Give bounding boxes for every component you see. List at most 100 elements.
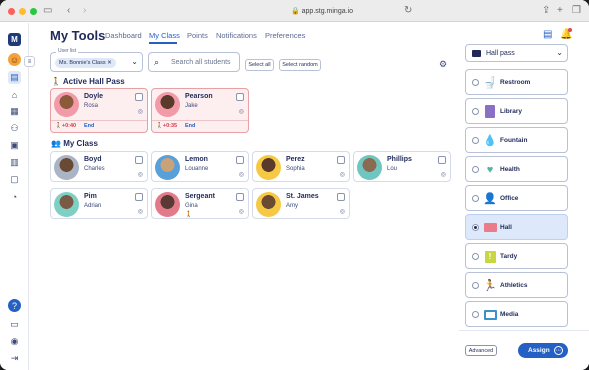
student-checkbox[interactable] — [337, 193, 345, 201]
student-card[interactable]: Perez Sophia ◎ — [252, 151, 350, 182]
profile-icon[interactable]: ◎ — [239, 108, 244, 115]
new-tab-icon[interactable]: + — [557, 5, 563, 17]
active-pass-card[interactable]: Pearson Jake ◎ 🚶+0:35 End — [151, 88, 249, 133]
student-last-name: Pim — [84, 193, 97, 200]
student-card[interactable]: Phillips Lou ◎ — [353, 151, 451, 182]
student-checkbox[interactable] — [438, 156, 446, 164]
share-icon[interactable]: ⇪ — [542, 5, 550, 17]
chevron-down-icon: ⌄ — [556, 48, 563, 57]
pass-type-label: Tardy — [500, 253, 518, 260]
my-tools-icon[interactable]: ▤ — [8, 71, 21, 84]
profile-icon[interactable]: ◎ — [239, 171, 244, 178]
pass-type-tardy[interactable]: ! Tardy — [465, 243, 568, 269]
back-icon[interactable]: ‹ — [67, 5, 70, 17]
avatar — [155, 155, 180, 180]
profile-icon[interactable]: ◎ — [441, 171, 446, 178]
pass-type-radio[interactable] — [472, 253, 479, 260]
profile-icon[interactable]: ◎ — [138, 171, 143, 178]
student-checkbox[interactable] — [236, 193, 244, 201]
pass-type-athletics[interactable]: 🏃 Athletics — [465, 272, 568, 298]
student-checkbox[interactable] — [337, 156, 345, 164]
calendar-icon[interactable]: ▦ — [8, 105, 21, 118]
pass-type-label: Fountain — [500, 137, 528, 144]
people-icon[interactable]: ⚇ — [8, 122, 21, 135]
advanced-button[interactable]: Advanced — [465, 345, 497, 356]
pass-type-radio[interactable] — [472, 195, 479, 202]
gear-icon[interactable]: ⚙ — [439, 59, 447, 70]
select-random-button[interactable]: Select random — [279, 59, 321, 71]
pass-type-health[interactable]: ♥ Health — [465, 156, 568, 182]
pass-type-radio[interactable] — [472, 224, 479, 231]
assign-button[interactable]: Assign ··· — [518, 343, 568, 358]
zoom-window-button[interactable] — [30, 8, 37, 15]
profile-icon[interactable]: ◎ — [340, 208, 345, 215]
home-icon[interactable]: ⌂ — [8, 88, 21, 101]
expand-sidebar-icon[interactable]: ≡ — [24, 56, 35, 67]
pass-type-media[interactable]: Media — [465, 301, 568, 327]
student-card[interactable]: Pim Adrian ◎ — [50, 188, 148, 219]
tab-points[interactable]: Points — [187, 31, 208, 40]
forward-icon[interactable]: › — [83, 5, 86, 17]
profile-icon[interactable]: ◎ — [239, 208, 244, 215]
end-pass-button[interactable]: End — [84, 123, 94, 129]
pass-type-office[interactable]: 👤 Office — [465, 185, 568, 211]
pass-timer: 🚶+0:40 — [55, 123, 76, 129]
pass-type-radio[interactable] — [472, 79, 479, 86]
student-checkbox[interactable] — [236, 93, 244, 101]
chat-icon[interactable]: ▭ — [8, 318, 21, 331]
help-icon[interactable]: ? — [8, 299, 21, 312]
page-title: My Tools — [50, 28, 106, 43]
pass-type-hall[interactable]: Hall — [465, 214, 568, 240]
close-window-button[interactable] — [8, 8, 15, 15]
student-checkbox[interactable] — [135, 93, 143, 101]
pass-type-fountain[interactable]: 💧 Fountain — [465, 127, 568, 153]
student-checkbox[interactable] — [236, 156, 244, 164]
chevron-down-icon: ⌄ — [131, 57, 138, 66]
tab-overview-icon[interactable]: ❐ — [572, 5, 581, 17]
pass-type-radio[interactable] — [472, 282, 479, 289]
runner-icon: 🏃 — [483, 280, 497, 292]
student-first-name: Rosa — [84, 103, 99, 109]
address-bar[interactable]: 🔒 app.stg.minga.io — [232, 5, 412, 18]
active-pass-card[interactable]: Doyle Rosa ◎ 🚶+0:40 End — [50, 88, 148, 133]
minga-logo-icon[interactable]: M — [8, 33, 21, 46]
pass-type-restroom[interactable]: 🚽 Restroom — [465, 69, 568, 95]
logout-icon[interactable]: ⇥ — [8, 352, 21, 365]
profile-icon[interactable]: ◎ — [138, 108, 143, 115]
id-card-icon[interactable]: ▢ — [8, 173, 21, 186]
reload-icon[interactable]: ↻ — [404, 5, 412, 17]
select-all-button[interactable]: Select all — [245, 59, 274, 71]
pass-type-radio[interactable] — [472, 311, 479, 318]
student-card[interactable]: St. James Amy ◎ — [252, 188, 350, 219]
pass-type-library[interactable]: Library — [465, 98, 568, 124]
clipboard-icon[interactable]: ▥ — [8, 156, 21, 169]
reports-icon[interactable]: ◔ — [8, 190, 21, 203]
profile-avatar-icon[interactable]: ☺ — [8, 53, 21, 66]
pass-type-radio[interactable] — [472, 166, 479, 173]
student-checkbox[interactable] — [135, 193, 143, 201]
account-icon[interactable]: ◉ — [8, 335, 21, 348]
layout-icon[interactable]: ▣ — [8, 139, 21, 152]
pass-type-radio[interactable] — [472, 137, 479, 144]
user-list-select[interactable]: User list Ms. Bonnie's Class ✕ ⌄ — [50, 48, 143, 72]
tab-dashboard[interactable]: Dashboard — [105, 31, 142, 40]
notification-dot — [568, 28, 572, 32]
pass-category-select[interactable]: Hall pass ⌄ — [465, 44, 568, 62]
tab-preferences[interactable]: Preferences — [265, 31, 305, 40]
student-checkbox[interactable] — [135, 156, 143, 164]
tab-notifications[interactable]: Notifications — [216, 31, 257, 40]
profile-icon[interactable]: ◎ — [138, 208, 143, 215]
pass-type-radio[interactable] — [472, 108, 479, 115]
user-list-chip[interactable]: Ms. Bonnie's Class ✕ — [55, 58, 116, 68]
minimize-window-button[interactable] — [19, 8, 26, 15]
remove-chip-icon[interactable]: ✕ — [107, 60, 112, 66]
student-card[interactable]: Boyd Charles ◎ — [50, 151, 148, 182]
student-card[interactable]: Lemon Louanne ◎ — [151, 151, 249, 182]
profile-icon[interactable]: ◎ — [340, 171, 345, 178]
student-card[interactable]: Sergeant Gina 🚶 ◎ — [151, 188, 249, 219]
tab-my-class[interactable]: My Class — [149, 31, 180, 40]
search-students-input[interactable]: ⌕ Search all students — [148, 52, 240, 72]
end-pass-button[interactable]: End — [185, 123, 195, 129]
messages-icon[interactable]: ▤ — [543, 29, 552, 40]
sidebar-toggle-icon[interactable]: ▭ — [43, 5, 52, 17]
